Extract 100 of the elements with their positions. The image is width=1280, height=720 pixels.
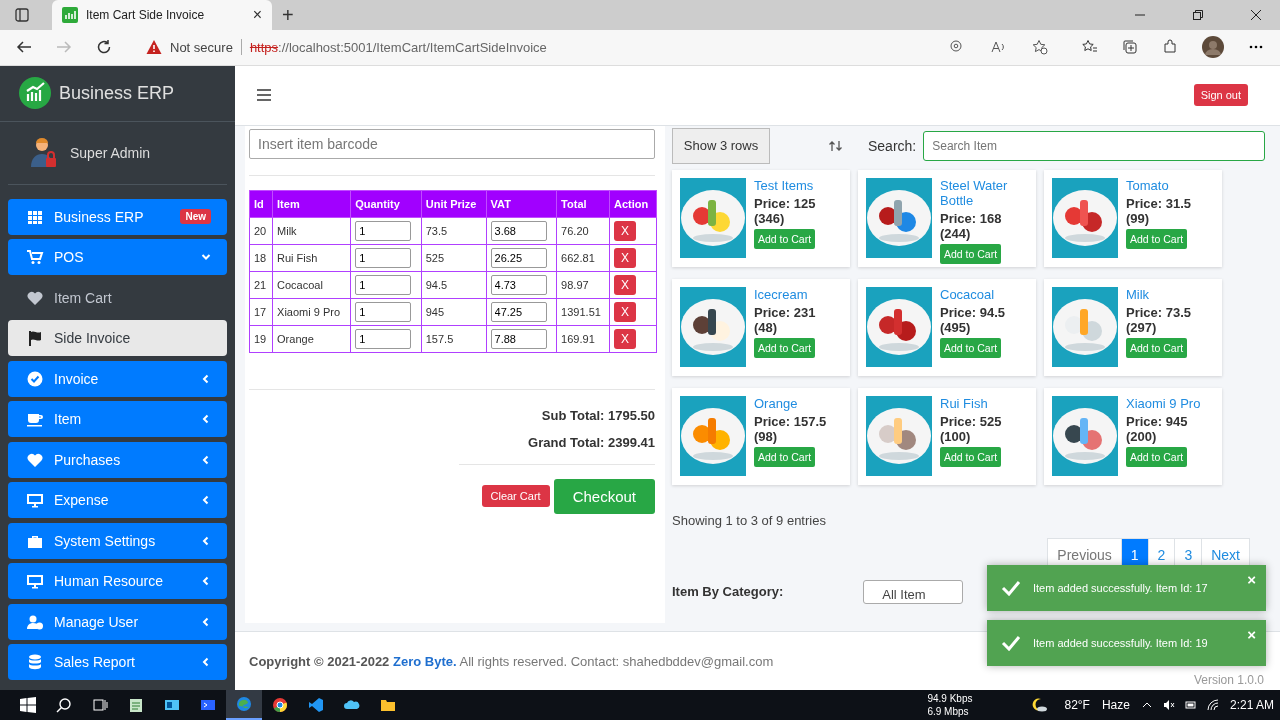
menu-item[interactable]: Manage User — [8, 603, 227, 640]
product-name[interactable]: Cocacoal — [940, 286, 995, 302]
remove-button[interactable]: X — [614, 220, 637, 241]
search-field[interactable]: Search Item — [923, 130, 1265, 161]
close-icon[interactable] — [1250, 9, 1262, 21]
collections-icon[interactable] — [1122, 39, 1138, 56]
chevron-left-icon — [201, 414, 211, 425]
close-toast-button[interactable]: × — [1247, 571, 1256, 588]
quantity-field[interactable]: 1 — [355, 247, 412, 268]
wifi-icon[interactable] — [1206, 699, 1219, 711]
add-to-cart-button[interactable]: Add to Cart — [940, 243, 1002, 264]
terminal-icon[interactable] — [200, 697, 216, 713]
add-to-cart-button[interactable]: Add to Cart — [1126, 337, 1188, 358]
search-icon[interactable] — [56, 697, 72, 713]
add-to-cart-button[interactable]: Add to Cart — [940, 337, 1002, 358]
restore-icon[interactable] — [1192, 9, 1204, 21]
add-to-cart-button[interactable]: Add to Cart — [1126, 446, 1188, 467]
company-link[interactable]: Zero Byte. — [393, 653, 457, 669]
add-to-cart-button[interactable]: Add to Cart — [754, 446, 816, 467]
avatar-icon[interactable] — [1202, 36, 1224, 59]
vat-field[interactable]: 4.73 — [490, 274, 547, 295]
app-icon[interactable] — [164, 697, 180, 713]
weather-text: Haze — [1101, 698, 1130, 712]
product-name[interactable]: Rui Fish — [940, 395, 988, 411]
menu-item[interactable]: Sales Report — [8, 644, 227, 681]
new-tab-button[interactable]: + — [282, 3, 294, 27]
task-view-icon[interactable] — [92, 697, 108, 713]
chrome-icon[interactable] — [272, 697, 288, 713]
column-header: VAT — [486, 190, 557, 218]
user-name[interactable]: Super Admin — [70, 144, 151, 161]
brand-name[interactable]: Business ERP — [59, 82, 175, 104]
add-to-cart-button[interactable]: Add to Cart — [1126, 228, 1188, 249]
heart-icon — [26, 289, 44, 306]
product-name[interactable]: Milk — [1126, 286, 1150, 302]
copyright-text: Copyright © 2021-2022 Zero Byte. All rights reserved. Contact: shahedbddev@gmail.com — [249, 653, 774, 669]
menu-item[interactable]: Business ERP New — [8, 198, 227, 235]
vat-field[interactable]: 3.68 — [490, 220, 547, 241]
quantity-field[interactable]: 1 — [355, 220, 412, 241]
menu-item[interactable]: Invoice — [8, 360, 227, 397]
add-to-cart-button[interactable]: Add to Cart — [754, 228, 816, 249]
add-to-cart-button[interactable]: Add to Cart — [754, 337, 816, 358]
show-rows-button[interactable]: Show 3 rows — [672, 127, 770, 164]
remove-button[interactable]: X — [614, 301, 637, 322]
clock[interactable]: 2:21 AM — [1229, 698, 1274, 712]
menu-item[interactable]: Purchases — [8, 441, 227, 478]
toast-message: Item added successfully. Item Id: 17 — [1033, 582, 1209, 594]
moon-cloud-icon — [1032, 697, 1049, 713]
code-editor-icon[interactable] — [308, 697, 324, 713]
vat-field[interactable]: 26.25 — [490, 247, 547, 268]
table-cell: 73.5 — [421, 217, 487, 245]
barcode-field[interactable]: Insert item barcode — [249, 128, 655, 159]
battery-icon[interactable] — [1184, 699, 1197, 711]
product-name[interactable]: Tomato — [1126, 177, 1169, 193]
remove-button[interactable]: X — [614, 247, 637, 268]
tab-actions-icon[interactable] — [14, 7, 30, 23]
mute-icon[interactable] — [1162, 699, 1175, 711]
menu-item[interactable]: Item Cart — [8, 279, 227, 316]
checkout-button[interactable]: Checkout — [553, 478, 655, 514]
quantity-field[interactable]: 1 — [355, 301, 412, 322]
check-circle-icon — [26, 370, 44, 387]
clear-cart-button[interactable]: Clear Cart — [481, 485, 550, 508]
windows-start-icon[interactable] — [20, 697, 36, 713]
product-name[interactable]: Icecream — [754, 286, 808, 302]
menu-item[interactable]: Human Resource — [8, 563, 227, 600]
category-label: Item By Category: — [672, 584, 784, 600]
chevron-left-icon — [201, 373, 211, 384]
product-name[interactable]: Test Items — [754, 177, 814, 193]
product-name[interactable]: Steel Water Bottle — [940, 177, 1028, 208]
quantity-field[interactable]: 1 — [355, 328, 412, 349]
sort-icon[interactable] — [828, 139, 844, 152]
category-select[interactable]: All Item — [863, 579, 964, 604]
menu-item[interactable]: Expense — [8, 482, 227, 519]
quantity-field[interactable]: 1 — [355, 274, 412, 295]
chevron-left-icon — [201, 616, 211, 627]
chevron-left-icon — [201, 535, 211, 546]
grand-total: Grand Total: 2399.41 — [528, 434, 655, 450]
column-header: Action — [609, 190, 657, 218]
menu-item[interactable]: Side Invoice — [8, 320, 227, 357]
cart-icon — [26, 249, 44, 266]
menu-item[interactable]: POS — [8, 239, 227, 276]
close-toast-button[interactable]: × — [1247, 626, 1256, 643]
sign-out-button[interactable]: Sign out — [1193, 84, 1248, 107]
vat-field[interactable]: 7.88 — [490, 328, 547, 349]
remove-button[interactable]: X — [614, 328, 637, 349]
menu-item[interactable]: System Settings — [8, 522, 227, 559]
edge-browser-icon[interactable] — [236, 696, 252, 712]
product-price: Price: 945 (200) — [1126, 413, 1189, 444]
menu-icon[interactable] — [256, 87, 272, 104]
vat-field[interactable]: 47.25 — [490, 301, 547, 322]
product-name[interactable]: Xiaomi 9 Pro — [1126, 395, 1201, 411]
product-name[interactable]: Orange — [754, 395, 798, 411]
star-plus-icon[interactable] — [1032, 39, 1048, 56]
folder-icon[interactable] — [380, 697, 396, 713]
refresh-icon[interactable] — [96, 39, 112, 56]
menu-item[interactable]: Item — [8, 401, 227, 438]
browser-tab[interactable]: Item Cart Side Invoice × — [52, 0, 272, 30]
close-tab-button[interactable]: × — [252, 6, 262, 24]
notepad-icon[interactable] — [128, 697, 144, 713]
remove-button[interactable]: X — [614, 274, 637, 295]
add-to-cart-button[interactable]: Add to Cart — [940, 446, 1002, 467]
